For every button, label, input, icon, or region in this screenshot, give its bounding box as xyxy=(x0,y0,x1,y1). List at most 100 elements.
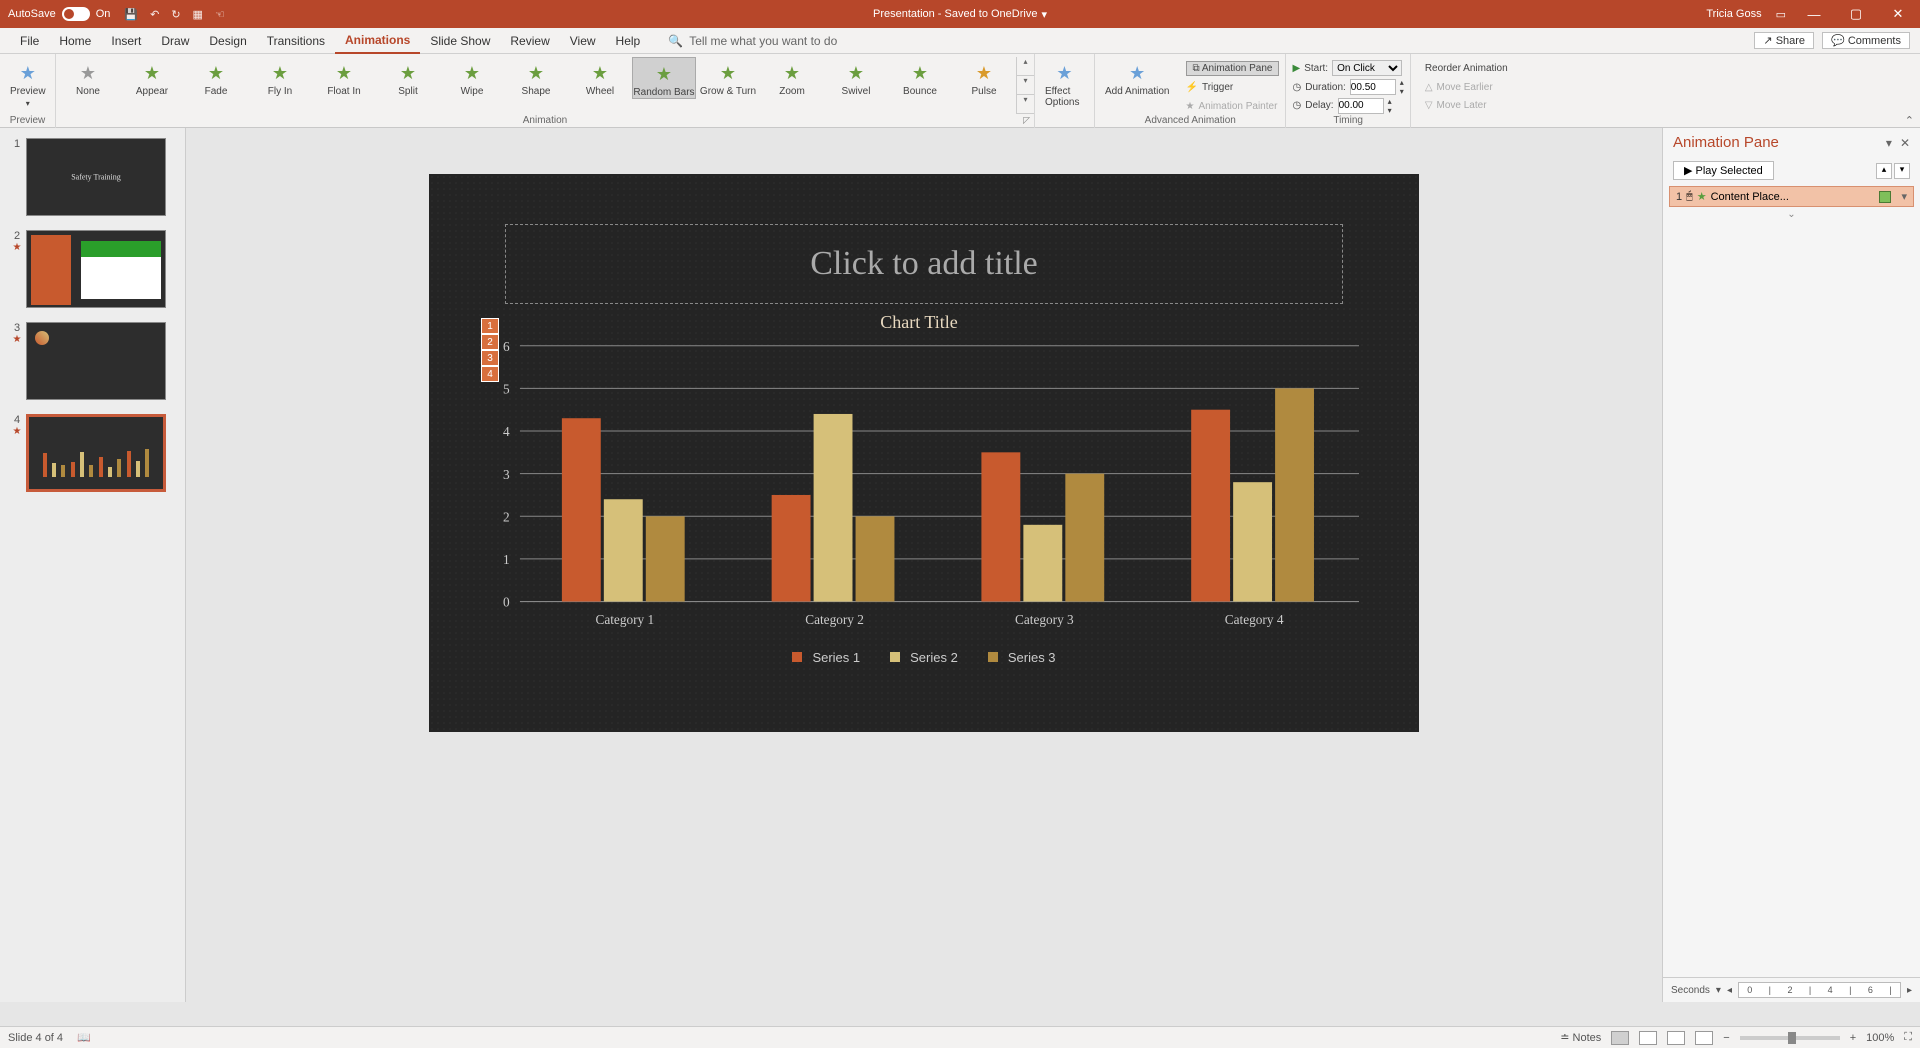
title-dropdown-icon[interactable]: ▾ xyxy=(1041,8,1047,21)
anim-float-in[interactable]: ★Float In xyxy=(312,57,376,97)
anim-swivel[interactable]: ★Swivel xyxy=(824,57,888,97)
anim-shape[interactable]: ★Shape xyxy=(504,57,568,97)
animation-dialog-launcher[interactable]: ◸ xyxy=(1023,115,1030,126)
preview-button[interactable]: ★Preview▾ xyxy=(0,57,56,108)
notes-button[interactable]: ≐ Notes xyxy=(1560,1031,1601,1044)
tab-transitions[interactable]: Transitions xyxy=(257,28,335,54)
anim-zoom[interactable]: ★Zoom xyxy=(760,57,824,97)
zoom-level[interactable]: 100% xyxy=(1866,1032,1894,1044)
chart-placeholder[interactable]: Chart Title 0123456Category 1Category 2C… xyxy=(479,312,1359,692)
gallery-up[interactable]: ▴ xyxy=(1017,57,1034,76)
chart-svg: 0123456Category 1Category 2Category 3Cat… xyxy=(479,339,1359,639)
anim-grow-turn[interactable]: ★Grow & Turn xyxy=(696,57,760,97)
expand-icon[interactable]: ⌄ xyxy=(1663,209,1920,220)
timeline-next[interactable]: ▸ xyxy=(1907,985,1912,996)
thumbnail-4[interactable] xyxy=(26,414,166,492)
spell-check-icon[interactable]: 📖 xyxy=(77,1031,91,1044)
share-button[interactable]: ↗ Share xyxy=(1754,32,1814,49)
anim-fade[interactable]: ★Fade xyxy=(184,57,248,97)
anim-split[interactable]: ★Split xyxy=(376,57,440,97)
tell-me-input[interactable]: Tell me what you want to do xyxy=(689,34,837,48)
anim-appear[interactable]: ★Appear xyxy=(120,57,184,97)
minimize-button[interactable]: — xyxy=(1800,7,1828,22)
collapse-ribbon-icon[interactable]: ⌃ xyxy=(1905,114,1914,127)
play-selected-button[interactable]: ▶ Play Selected xyxy=(1673,161,1774,180)
item-dropdown-icon[interactable]: ▾ xyxy=(1901,190,1907,203)
duration-down[interactable]: ▾ xyxy=(1400,87,1404,96)
timeline-prev[interactable]: ◂ xyxy=(1727,985,1732,996)
user-name[interactable]: Tricia Goss xyxy=(1706,8,1761,20)
slide-counter[interactable]: Slide 4 of 4 xyxy=(8,1032,63,1044)
tab-animations[interactable]: Animations xyxy=(335,28,420,54)
anim-wipe[interactable]: ★Wipe xyxy=(440,57,504,97)
move-up-button[interactable]: ▴ xyxy=(1876,163,1892,179)
thumbnail-1[interactable]: Safety Training xyxy=(26,138,166,216)
tab-view[interactable]: View xyxy=(560,28,606,54)
undo-icon[interactable]: ↶ xyxy=(150,8,159,21)
slide-canvas[interactable]: Click to add title 1234 Chart Title 0123… xyxy=(429,174,1419,732)
tab-insert[interactable]: Insert xyxy=(101,28,151,54)
fit-to-window-button[interactable]: ⛶ xyxy=(1904,1031,1912,1044)
zoom-out-button[interactable]: − xyxy=(1723,1032,1729,1044)
tab-design[interactable]: Design xyxy=(199,28,256,54)
anim-wheel[interactable]: ★Wheel xyxy=(568,57,632,97)
tab-file[interactable]: File xyxy=(10,28,49,54)
move-down-button[interactable]: ▾ xyxy=(1894,163,1910,179)
thumbnail-2[interactable] xyxy=(26,230,166,308)
tab-draw[interactable]: Draw xyxy=(151,28,199,54)
add-animation-button[interactable]: ★Add Animation xyxy=(1095,57,1180,97)
star-icon: ★ xyxy=(400,63,416,84)
anim-fly-in[interactable]: ★Fly In xyxy=(248,57,312,97)
zoom-in-button[interactable]: + xyxy=(1850,1032,1856,1044)
close-button[interactable]: ✕ xyxy=(1884,6,1912,22)
anim-random-bars[interactable]: ★Random Bars xyxy=(632,57,696,99)
touch-mode-icon[interactable]: ☜ xyxy=(215,8,225,21)
start-slideshow-icon[interactable]: ▦ xyxy=(193,8,203,21)
svg-text:Category 1: Category 1 xyxy=(595,612,654,627)
gallery-down[interactable]: ▾ xyxy=(1017,76,1034,95)
tab-home[interactable]: Home xyxy=(49,28,101,54)
seconds-dropdown-icon[interactable]: ▾ xyxy=(1716,985,1721,996)
animation-painter-button[interactable]: ★Animation Painter xyxy=(1180,97,1286,116)
autosave-toggle[interactable] xyxy=(62,7,90,21)
svg-text:1: 1 xyxy=(503,552,510,567)
thumbnail-3[interactable] xyxy=(26,322,166,400)
pane-close-icon[interactable]: ✕ xyxy=(1900,136,1910,150)
delay-down[interactable]: ▾ xyxy=(1388,106,1392,115)
slide-editor[interactable]: Click to add title 1234 Chart Title 0123… xyxy=(186,128,1662,1002)
slideshow-view-button[interactable] xyxy=(1695,1031,1713,1045)
title-placeholder[interactable]: Click to add title xyxy=(505,224,1343,304)
svg-text:Category 3: Category 3 xyxy=(1015,612,1074,627)
anim-pulse[interactable]: ★Pulse xyxy=(952,57,1016,97)
clock-icon: ◷ xyxy=(1292,82,1301,93)
trigger-button[interactable]: ⚡Trigger xyxy=(1180,78,1286,97)
tab-slideshow[interactable]: Slide Show xyxy=(420,28,500,54)
svg-text:2: 2 xyxy=(503,509,510,524)
tab-review[interactable]: Review xyxy=(500,28,559,54)
start-select[interactable]: On Click xyxy=(1332,60,1402,76)
anim-none[interactable]: ★None xyxy=(56,57,120,97)
delay-up[interactable]: ▴ xyxy=(1388,97,1392,106)
duration-label: Duration: xyxy=(1305,82,1346,93)
duration-input[interactable] xyxy=(1350,79,1396,95)
duration-up[interactable]: ▴ xyxy=(1400,78,1404,87)
save-icon[interactable]: 💾 xyxy=(124,8,138,21)
reading-view-button[interactable] xyxy=(1667,1031,1685,1045)
pane-options-icon[interactable]: ▾ xyxy=(1886,136,1892,150)
ribbon-display-icon[interactable]: ▭ xyxy=(1776,8,1786,21)
tab-help[interactable]: Help xyxy=(606,28,651,54)
gallery-more[interactable]: ▾ xyxy=(1017,95,1034,114)
animation-pane-button[interactable]: ⧉ Animation Pane xyxy=(1186,61,1280,76)
effect-options-button[interactable]: ★Effect Options xyxy=(1035,57,1094,108)
delay-input[interactable] xyxy=(1338,98,1384,114)
sorter-view-button[interactable] xyxy=(1639,1031,1657,1045)
preview-group-label: Preview xyxy=(0,115,55,128)
comments-button[interactable]: 💬 Comments xyxy=(1822,32,1910,49)
normal-view-button[interactable] xyxy=(1611,1031,1629,1045)
timeline-scale[interactable]: 0|2|4|6| xyxy=(1738,982,1901,998)
anim-bounce[interactable]: ★Bounce xyxy=(888,57,952,97)
maximize-button[interactable]: ▢ xyxy=(1842,6,1870,22)
redo-icon[interactable]: ↻ xyxy=(171,8,180,21)
animation-item[interactable]: 1 🖱 ★ Content Place... ▾ xyxy=(1669,186,1914,207)
zoom-slider[interactable] xyxy=(1740,1036,1840,1040)
